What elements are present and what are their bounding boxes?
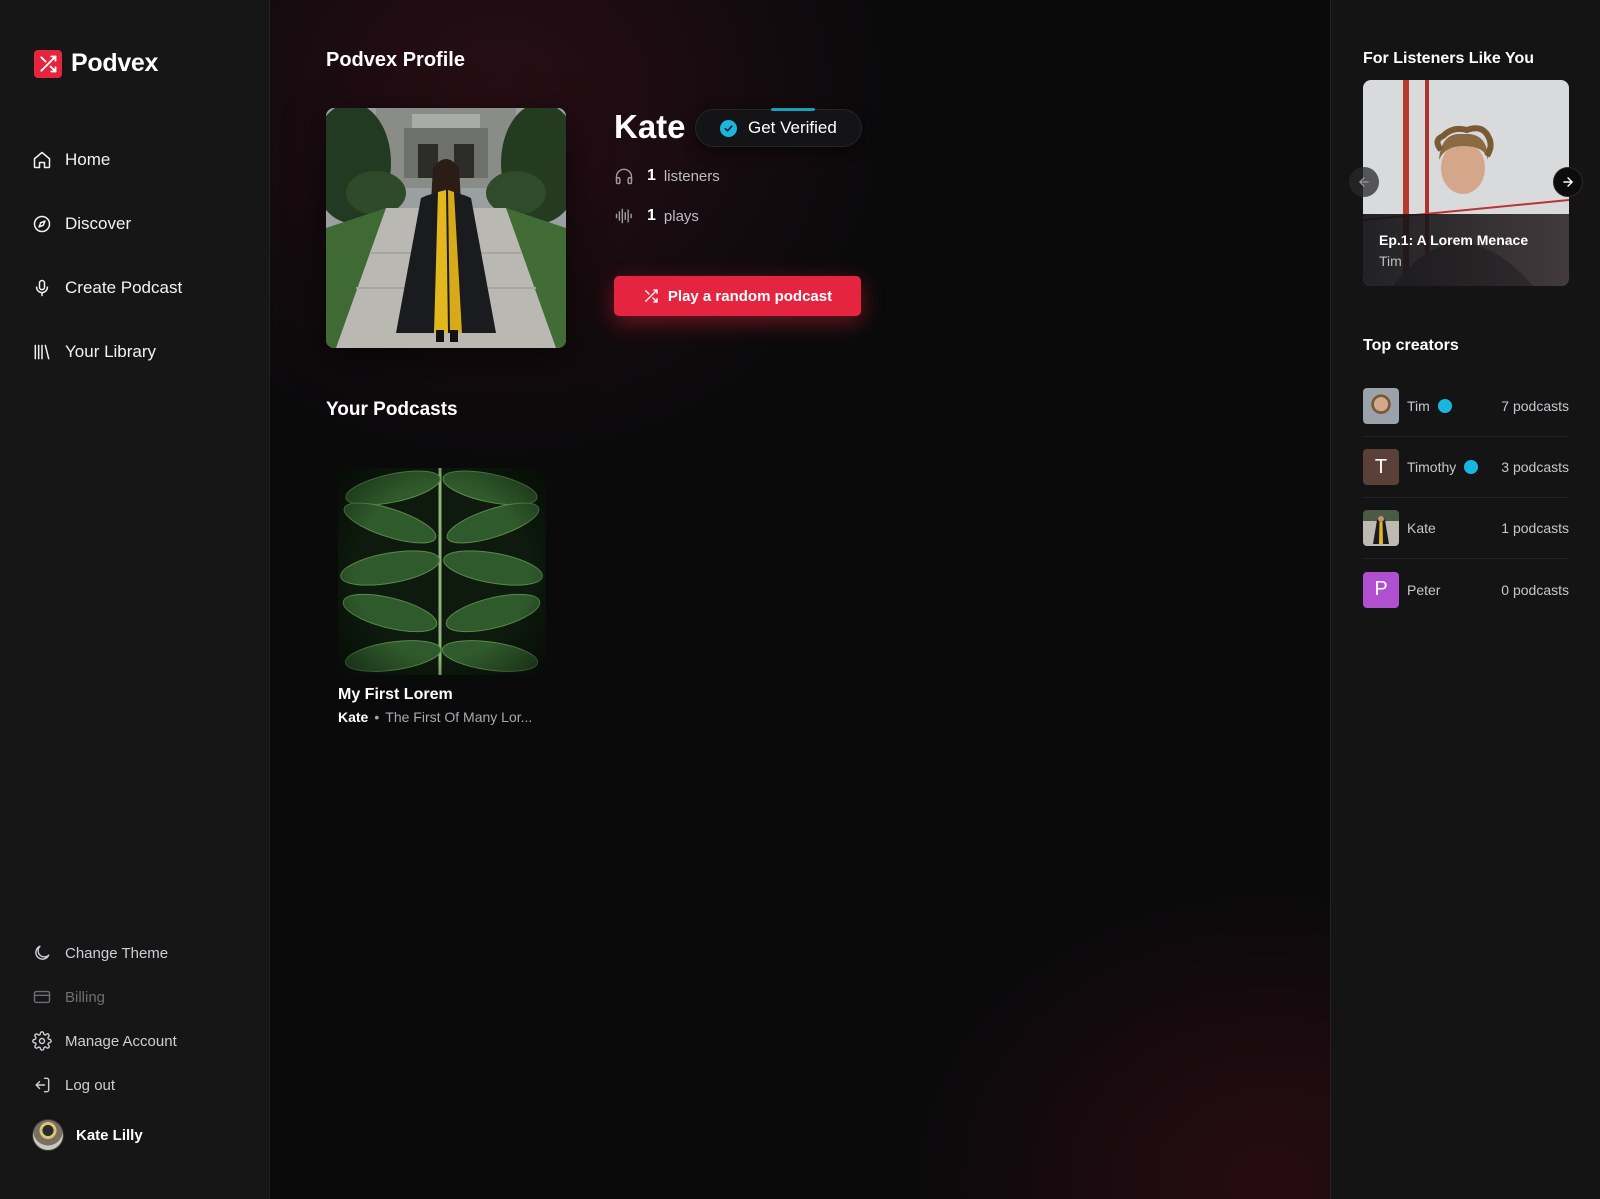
plays-label: plays xyxy=(663,207,699,225)
featured-episode-title: Ep.1: A Lorem Menace xyxy=(1379,232,1529,248)
nav-item-label: Home xyxy=(65,150,111,169)
creator-name: Timothy xyxy=(1407,459,1457,475)
creator-podcast-count: 0 podcasts xyxy=(1501,581,1569,598)
creator-row[interactable]: P Peter 0 podcasts xyxy=(1363,559,1569,620)
billing-button[interactable]: Billing xyxy=(32,985,177,1009)
audio-wave-icon xyxy=(615,208,632,224)
avatar: T xyxy=(1363,449,1399,485)
logout-icon xyxy=(35,1077,50,1093)
nav-item-create-podcast[interactable]: Create Podcast xyxy=(32,273,182,303)
avatar xyxy=(1363,388,1399,424)
top-creators-heading: Top creators xyxy=(1363,337,1459,354)
library-icon xyxy=(34,344,50,360)
account-nav: Change Theme Billing Manage Account Log … xyxy=(32,941,177,1117)
plays-count: 1 xyxy=(647,207,656,224)
page-title: Podvex Profile xyxy=(326,49,465,71)
manage-account-button[interactable]: Manage Account xyxy=(32,1029,177,1053)
nav-item-discover[interactable]: Discover xyxy=(32,209,182,239)
right-panel: For Listeners Like You Ep.1: A Lorem Men… xyxy=(1330,0,1600,1199)
home-icon xyxy=(33,151,51,169)
nav-item-home[interactable]: Home xyxy=(32,145,182,175)
creator-podcast-count: 3 podcasts xyxy=(1501,459,1569,475)
plays-stat: 1 plays xyxy=(614,206,699,226)
for-listeners-heading: For Listeners Like You xyxy=(1363,50,1535,67)
profile-name: Kate xyxy=(614,108,686,145)
verified-check-icon xyxy=(1437,399,1452,413)
play-random-podcast-button[interactable]: Play a random podcast xyxy=(614,276,861,316)
logout-button[interactable]: Log out xyxy=(32,1073,177,1097)
creator-name: Kate xyxy=(1407,520,1436,536)
main-nav: Home Discover Create Podcast Your Librar… xyxy=(32,145,182,401)
logout-label: Log out xyxy=(65,1076,116,1094)
carousel-prev-button[interactable] xyxy=(1349,167,1379,197)
app-name: Podvex xyxy=(71,49,159,77)
creator-name: Peter xyxy=(1407,581,1441,598)
billing-label: Billing xyxy=(65,988,106,1006)
creator-podcast-count: 1 podcasts xyxy=(1501,520,1569,536)
shuffle-icon xyxy=(644,289,658,303)
avatar xyxy=(32,1119,64,1151)
current-user[interactable]: Kate Lilly xyxy=(32,1119,143,1151)
podcast-title: My First Lorem xyxy=(338,686,453,703)
podcast-author: Kate xyxy=(338,709,369,725)
podcast-meta: Kate • The First Of Many Lor... xyxy=(338,709,546,725)
creator-row[interactable]: Tim 7 podcasts xyxy=(1363,376,1569,437)
carousel-next-button[interactable] xyxy=(1553,167,1583,197)
featured-episode-author: Tim xyxy=(1379,253,1402,269)
change-theme-label: Change Theme xyxy=(65,944,169,962)
nav-item-label: Your Library xyxy=(65,342,157,361)
featured-episode-card[interactable]: Ep.1: A Lorem Menace Tim xyxy=(1363,80,1569,286)
creator-podcast-count: 7 podcasts xyxy=(1501,398,1569,414)
verified-check-icon xyxy=(1464,460,1479,474)
creator-row[interactable]: Kate 1 podcasts xyxy=(1363,498,1569,559)
separator-dot: • xyxy=(374,709,380,725)
avatar xyxy=(1363,510,1399,546)
profile-photo xyxy=(326,108,566,348)
listeners-count: 1 xyxy=(647,167,656,184)
gear-icon xyxy=(32,1031,52,1051)
shuffle-logo-icon xyxy=(34,49,62,78)
creator-name: Tim xyxy=(1407,398,1430,414)
avatar-initial: P xyxy=(1374,578,1388,600)
arrow-left-icon xyxy=(1359,177,1369,187)
your-podcasts-heading: Your Podcasts xyxy=(326,399,458,420)
creator-row[interactable]: T Timothy 3 podcasts xyxy=(1363,437,1569,498)
app-logo[interactable]: Podvex xyxy=(34,49,158,78)
listeners-label: listeners xyxy=(663,167,720,185)
manage-account-label: Manage Account xyxy=(65,1032,177,1050)
headphones-icon xyxy=(615,168,633,185)
user-name: Kate Lilly xyxy=(76,1126,143,1144)
compass-icon xyxy=(33,215,51,233)
main-content: Podvex Profile Kate Get Verified 1 liste… xyxy=(270,0,1330,1199)
moon-icon xyxy=(35,945,50,960)
sidebar: Podvex Home Discover Create Podcast Your… xyxy=(0,0,270,1199)
listeners-stat: 1 listeners xyxy=(614,166,720,186)
featured-episode-info: Ep.1: A Lorem Menace Tim xyxy=(1363,214,1569,286)
get-verified-label: Get Verified xyxy=(748,118,837,137)
credit-card-icon xyxy=(33,990,51,1004)
podcast-cover xyxy=(338,468,546,675)
podcast-description: The First Of Many Lor... xyxy=(385,709,533,725)
arrow-right-icon xyxy=(1563,177,1573,187)
change-theme-button[interactable]: Change Theme xyxy=(32,941,177,965)
top-creators-list: Tim 7 podcasts T Timothy 3 podcasts Kate… xyxy=(1363,376,1569,620)
verified-check-icon xyxy=(720,119,737,137)
avatar: P xyxy=(1363,571,1399,608)
get-verified-button[interactable]: Get Verified xyxy=(695,108,862,147)
nav-item-label: Discover xyxy=(65,214,132,233)
podcast-card[interactable]: My First Lorem Kate • The First Of Many Lo… xyxy=(338,468,546,725)
microphone-icon xyxy=(35,279,49,297)
nav-item-your-library[interactable]: Your Library xyxy=(32,337,182,367)
play-random-label: Play a random podcast xyxy=(667,287,833,305)
nav-item-label: Create Podcast xyxy=(65,278,183,297)
avatar-initial: T xyxy=(1374,455,1388,478)
